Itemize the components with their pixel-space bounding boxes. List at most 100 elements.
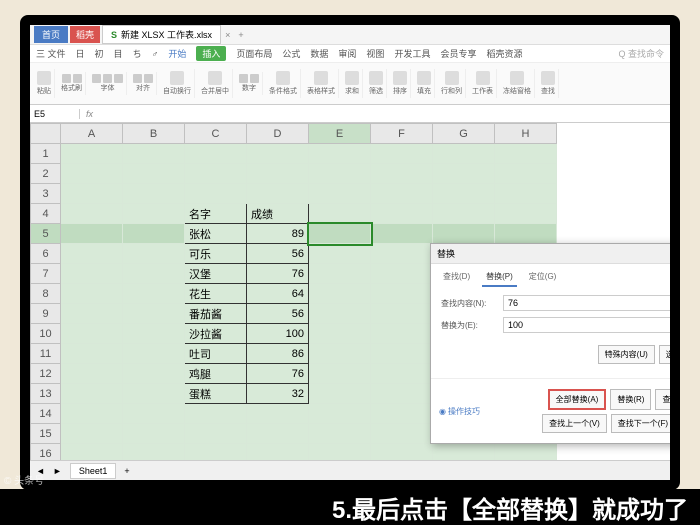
cell-d6[interactable]: 56 — [247, 244, 309, 264]
ribbon-sort[interactable]: 排序 — [390, 69, 411, 98]
col-header-d[interactable]: D — [247, 124, 309, 144]
tab-add-icon[interactable]: + — [234, 30, 247, 40]
col-header-a[interactable]: A — [61, 124, 123, 144]
row-header[interactable]: 8 — [31, 284, 61, 304]
menu-dev[interactable]: 开发工具 — [394, 47, 430, 60]
cell-c12[interactable]: 鸡腿 — [185, 364, 247, 384]
corner-cell[interactable] — [31, 124, 61, 144]
find-prev-button[interactable]: 查找上一个(V) — [542, 414, 607, 433]
nav-next-icon[interactable]: ► — [53, 466, 62, 476]
menu-start[interactable]: 开始 — [168, 47, 186, 60]
row-header[interactable]: 14 — [31, 404, 61, 424]
ribbon-rowcol[interactable]: 行和列 — [438, 69, 466, 98]
menu-formula[interactable]: 公式 — [282, 47, 300, 60]
row-header[interactable]: 13 — [31, 384, 61, 404]
ribbon-filter[interactable]: 筛选 — [366, 69, 387, 98]
menu-layout[interactable]: 页面布局 — [236, 47, 272, 60]
tips-link[interactable]: ◉ 操作技巧 — [431, 406, 488, 417]
ribbon-cond-format[interactable]: 条件格式 — [266, 69, 301, 98]
row-header[interactable]: 6 — [31, 244, 61, 264]
cell-d7[interactable]: 76 — [247, 264, 309, 284]
cell-d13[interactable]: 32 — [247, 384, 309, 404]
tab-find[interactable]: 查找(D) — [439, 268, 474, 287]
ribbon-font[interactable]: 字体 — [89, 72, 127, 95]
add-sheet-icon[interactable]: + — [124, 466, 129, 476]
tab-close-icon[interactable]: × — [221, 30, 234, 40]
replace-input[interactable] — [503, 317, 670, 333]
row-header[interactable]: 11 — [31, 344, 61, 364]
row-header[interactable]: 15 — [31, 424, 61, 444]
replace-all-button[interactable]: 全部替换(A) — [548, 389, 607, 410]
row-header[interactable]: 9 — [31, 304, 61, 324]
col-header-e[interactable]: E — [309, 124, 371, 144]
tab-goto[interactable]: 定位(G) — [525, 268, 561, 287]
col-header-g[interactable]: G — [433, 124, 495, 144]
ribbon-clipboard[interactable]: 粘贴 — [34, 69, 55, 98]
cell-e5-selected[interactable] — [309, 224, 371, 244]
menu-resource[interactable]: 稻壳资源 — [486, 47, 522, 60]
cell-c11[interactable]: 吐司 — [185, 344, 247, 364]
sheet-tab-1[interactable]: Sheet1 — [70, 463, 117, 479]
ribbon-align[interactable]: 对齐 — [130, 72, 157, 95]
ribbon-merge[interactable]: 合并居中 — [198, 69, 233, 98]
cell-d8[interactable]: 64 — [247, 284, 309, 304]
cell-c6[interactable]: 可乐 — [185, 244, 247, 264]
row-header[interactable]: 7 — [31, 264, 61, 284]
menu-member[interactable]: 会员专享 — [440, 47, 476, 60]
cell-c4[interactable]: 名字 — [185, 204, 247, 224]
ribbon-freeze[interactable]: 冻结窗格 — [500, 69, 535, 98]
cell-c8[interactable]: 花生 — [185, 284, 247, 304]
ribbon-number[interactable]: 数字 — [236, 72, 263, 95]
ribbon-sum[interactable]: 求和 — [342, 69, 363, 98]
qat-save[interactable]: 日 — [76, 47, 85, 60]
ribbon-table-style[interactable]: 表格样式 — [304, 69, 339, 98]
cell-d12[interactable]: 76 — [247, 364, 309, 384]
row-header[interactable]: 4 — [31, 204, 61, 224]
row-header[interactable]: 5 — [31, 224, 61, 244]
replace-button[interactable]: 替换(R) — [610, 389, 651, 410]
find-input[interactable] — [503, 295, 670, 311]
fx-icon[interactable]: fx — [80, 109, 99, 119]
cell-d10[interactable]: 100 — [247, 324, 309, 344]
row-header[interactable]: 10 — [31, 324, 61, 344]
document-tab[interactable]: S 新建 XLSX 工作表.xlsx — [102, 25, 221, 44]
qat-redo[interactable]: ♂ — [152, 49, 159, 59]
docer-tab[interactable]: 稻壳 — [70, 26, 100, 43]
tab-replace[interactable]: 替换(P) — [482, 268, 517, 287]
special-content-button[interactable]: 特殊内容(U) — [598, 345, 655, 364]
menu-file[interactable]: 三 文件 — [36, 47, 66, 60]
menu-data[interactable]: 数据 — [310, 47, 328, 60]
col-header-b[interactable]: B — [123, 124, 185, 144]
ribbon-worksheet[interactable]: 工作表 — [469, 69, 497, 98]
options-button[interactable]: 选项(T) — [659, 345, 670, 364]
menu-view[interactable]: 视图 — [366, 47, 384, 60]
find-next-button[interactable]: 查找下一个(F) — [611, 414, 670, 433]
find-all-button[interactable]: 查找全部(I) — [655, 389, 670, 410]
row-header[interactable]: 1 — [31, 144, 61, 164]
qat-preview[interactable]: 目 — [114, 47, 123, 60]
ribbon-format-painter[interactable]: 格式刷 — [58, 72, 86, 95]
ribbon-fill[interactable]: 填充 — [414, 69, 435, 98]
row-header[interactable]: 12 — [31, 364, 61, 384]
cell-d5[interactable]: 89 — [247, 224, 309, 244]
dialog-titlebar[interactable]: 替换 × — [431, 244, 670, 264]
col-header-f[interactable]: F — [371, 124, 433, 144]
home-tab[interactable]: 首页 — [34, 26, 68, 43]
col-header-c[interactable]: C — [185, 124, 247, 144]
cell-c7[interactable]: 汉堡 — [185, 264, 247, 284]
cell-c10[interactable]: 沙拉酱 — [185, 324, 247, 344]
row-header[interactable]: 3 — [31, 184, 61, 204]
cell-c9[interactable]: 番茄酱 — [185, 304, 247, 324]
row-header[interactable]: 2 — [31, 164, 61, 184]
search-box[interactable]: Q 查找命令 — [618, 47, 664, 60]
cell-d4[interactable]: 成绩 — [247, 204, 309, 224]
cell-c13[interactable]: 蛋糕 — [185, 384, 247, 404]
menu-insert[interactable]: 插入 — [196, 46, 226, 61]
cell-d11[interactable]: 86 — [247, 344, 309, 364]
col-header-h[interactable]: H — [495, 124, 557, 144]
ribbon-wrap[interactable]: 自动换行 — [160, 69, 195, 98]
menu-review[interactable]: 审阅 — [338, 47, 356, 60]
name-box[interactable]: E5 — [30, 109, 80, 119]
ribbon-find[interactable]: 查找 — [538, 69, 559, 98]
qat-print[interactable]: 初 — [95, 47, 104, 60]
